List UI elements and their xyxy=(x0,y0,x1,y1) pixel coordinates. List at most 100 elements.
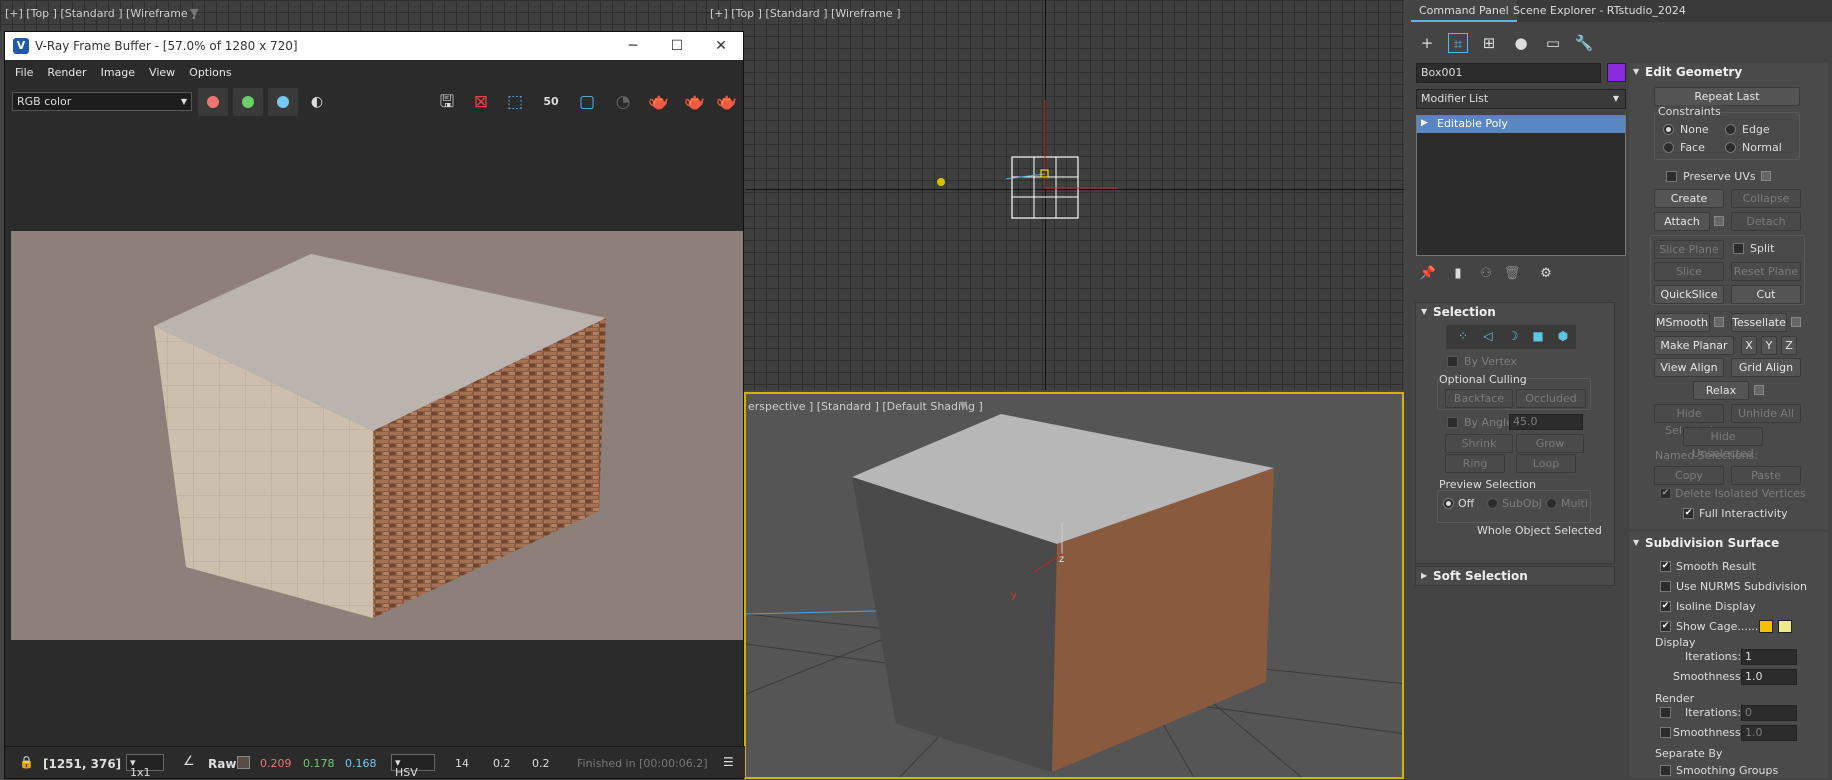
modifier-stack[interactable] xyxy=(1416,115,1626,256)
loop-button[interactable]: Loop xyxy=(1516,454,1576,473)
hierarchy-icon[interactable]: ⊞ xyxy=(1479,33,1499,53)
constraint-normal-radio[interactable] xyxy=(1725,142,1736,153)
save-icon[interactable]: 🖫 xyxy=(433,89,461,115)
delete-isolated-checkbox[interactable]: ✔ xyxy=(1660,488,1671,499)
shrink-button[interactable]: Shrink xyxy=(1445,434,1513,453)
make-planar-button[interactable]: Make Planar xyxy=(1654,336,1734,355)
collapse-button[interactable]: Collapse xyxy=(1731,189,1801,208)
vray-frame-buffer-window[interactable]: V V-Ray Frame Buffer - [57.0% of 1280 x … xyxy=(4,31,745,779)
grow-button[interactable]: Grow xyxy=(1516,434,1584,453)
pin-stack-icon[interactable]: 📌 xyxy=(1418,264,1438,284)
occluded-button[interactable]: Occluded xyxy=(1516,389,1586,408)
edit-geometry-header[interactable]: Edit Geometry xyxy=(1645,65,1742,79)
track-mouse-icon[interactable]: ▢ xyxy=(573,89,601,115)
menu-render[interactable]: Render xyxy=(47,66,86,79)
menu-view[interactable]: View xyxy=(149,66,175,79)
color-mode-select[interactable]: HSV ▾ xyxy=(391,754,435,779)
vfb-titlebar[interactable]: V V-Ray Frame Buffer - [57.0% of 1280 x … xyxy=(5,32,743,60)
close-icon[interactable]: ✕ xyxy=(699,32,743,60)
rollout-toggle-icon[interactable]: ▼ xyxy=(1421,307,1427,316)
render-interactive-icon[interactable]: 🫖 xyxy=(645,89,673,115)
constraint-face-radio[interactable] xyxy=(1663,142,1674,153)
history-icon[interactable]: ☰ xyxy=(723,755,734,769)
modifier-list-select[interactable]: Modifier List ▼ xyxy=(1416,89,1626,109)
slice-plane-button[interactable]: Slice Plane xyxy=(1654,240,1724,259)
render-last-icon[interactable]: 🫖 xyxy=(713,89,741,115)
viewport-top-label[interactable]: [+] [Top ] [Standard ] [Wireframe ] xyxy=(710,7,901,20)
object-color-swatch[interactable] xyxy=(1607,63,1626,82)
planar-y-button[interactable]: Y xyxy=(1761,336,1777,355)
ratio-select[interactable]: 1x1 ▾ xyxy=(126,754,164,779)
configure-sets-icon[interactable]: ⚙ xyxy=(1536,264,1556,284)
tab-command-panel[interactable]: Command Panel xyxy=(1411,0,1517,22)
polygon-icon[interactable]: ■ xyxy=(1528,326,1548,346)
slice-button[interactable]: Slice xyxy=(1654,262,1724,281)
red-channel-button[interactable] xyxy=(198,88,228,116)
menu-file[interactable]: File xyxy=(15,66,33,79)
filter-icon[interactable]: ▼ xyxy=(959,399,967,412)
rollout-toggle-icon[interactable]: ▼ xyxy=(1633,538,1639,547)
preserve-uvs-settings-icon[interactable] xyxy=(1761,171,1771,181)
viewport-perspective-label[interactable]: erspective ] [Standard ] [Default Shadin… xyxy=(748,400,983,413)
tessellate-button[interactable]: Tessellate xyxy=(1731,313,1787,332)
constraint-edge-radio[interactable] xyxy=(1725,124,1736,135)
maximize-icon[interactable]: ☐ xyxy=(655,32,699,60)
object-name-field[interactable]: Box001 xyxy=(1416,63,1601,83)
make-unique-icon[interactable]: ⚇ xyxy=(1476,264,1496,284)
remove-modifier-icon[interactable]: 🗑 xyxy=(1502,264,1522,284)
smoothing-groups-checkbox[interactable] xyxy=(1660,765,1671,776)
constraint-none-radio[interactable] xyxy=(1663,124,1674,135)
copy-button[interactable]: Copy xyxy=(1654,466,1724,485)
display-smoothness-spinner[interactable]: 1.0 xyxy=(1741,669,1797,685)
rollout-expand-icon[interactable]: ▶ xyxy=(1421,571,1427,580)
isoline-checkbox[interactable]: ✔ xyxy=(1660,601,1671,612)
attach-button[interactable]: Attach xyxy=(1654,212,1710,231)
minimize-icon[interactable]: ─ xyxy=(611,32,655,60)
modify-icon[interactable]: ⌗ xyxy=(1448,33,1468,53)
by-vertex-checkbox[interactable] xyxy=(1447,356,1458,367)
motion-icon[interactable]: ● xyxy=(1511,33,1531,53)
msmooth-button[interactable]: MSmooth xyxy=(1654,313,1710,332)
stack-item-editable-poly[interactable]: ▶ Editable Poly xyxy=(1417,116,1625,133)
tessellate-settings-icon[interactable] xyxy=(1791,317,1801,327)
menu-options[interactable]: Options xyxy=(189,66,231,79)
by-angle-checkbox[interactable] xyxy=(1447,417,1458,428)
smooth-result-checkbox[interactable]: ✔ xyxy=(1660,561,1671,572)
element-icon[interactable]: ⬢ xyxy=(1553,326,1573,346)
rollout-toggle-icon[interactable]: ▼ xyxy=(1633,67,1639,76)
expand-icon[interactable]: ▶ xyxy=(1421,118,1428,128)
menu-image[interactable]: Image xyxy=(101,66,135,79)
viewport-top-left-label[interactable]: [+] [Top ] [Standard ] [Wireframe ] xyxy=(5,7,196,20)
relax-button[interactable]: Relax xyxy=(1693,381,1749,400)
use-nurms-checkbox[interactable] xyxy=(1660,581,1671,592)
preview-multi-radio[interactable] xyxy=(1546,498,1557,509)
vertex-icon[interactable]: ⁘ xyxy=(1453,326,1473,346)
show-cage-checkbox[interactable]: ✔ xyxy=(1660,621,1671,632)
soft-selection-header[interactable]: Soft Selection xyxy=(1433,569,1528,583)
preview-off-radio[interactable] xyxy=(1443,498,1454,509)
lock-icon[interactable]: 🔒 xyxy=(19,755,34,769)
cut-button[interactable]: Cut xyxy=(1731,285,1801,304)
show-end-result-icon[interactable]: ▮ xyxy=(1448,264,1468,284)
grid-align-button[interactable]: Grid Align xyxy=(1731,358,1801,377)
relax-settings-icon[interactable] xyxy=(1754,385,1764,395)
utilities-icon[interactable]: 🔧 xyxy=(1574,33,1594,53)
planar-x-button[interactable]: X xyxy=(1741,336,1757,355)
display-iterations-spinner[interactable]: 1 xyxy=(1741,649,1797,665)
border-icon[interactable]: ☽ xyxy=(1503,326,1523,346)
hide-unselected-button[interactable]: Hide Unselected xyxy=(1683,427,1763,460)
alpha-channel-icon[interactable]: ◐ xyxy=(303,89,331,115)
channel-select[interactable]: RGB color ▼ xyxy=(12,92,192,111)
region-select-icon[interactable]: ⬚ xyxy=(501,89,529,115)
subdivision-header[interactable]: Subdivision Surface xyxy=(1645,536,1779,550)
color-picker-icon[interactable]: ∠ xyxy=(183,754,195,769)
tab-scene-explorer[interactable]: Scene Explorer - RTstudio_2024 xyxy=(1505,0,1694,22)
light-gizmo-icon[interactable] xyxy=(937,178,945,186)
backface-button[interactable]: Backface xyxy=(1445,389,1513,408)
planar-z-button[interactable]: Z xyxy=(1781,336,1797,355)
viewport-perspective[interactable]: erspective ] [Standard ] [Default Shadin… xyxy=(744,392,1404,779)
create-icon[interactable]: + xyxy=(1417,33,1437,53)
filter-icon[interactable]: ▼ xyxy=(190,6,198,19)
zoom-button[interactable]: 50 xyxy=(537,89,565,115)
ring-button[interactable]: Ring xyxy=(1445,454,1505,473)
